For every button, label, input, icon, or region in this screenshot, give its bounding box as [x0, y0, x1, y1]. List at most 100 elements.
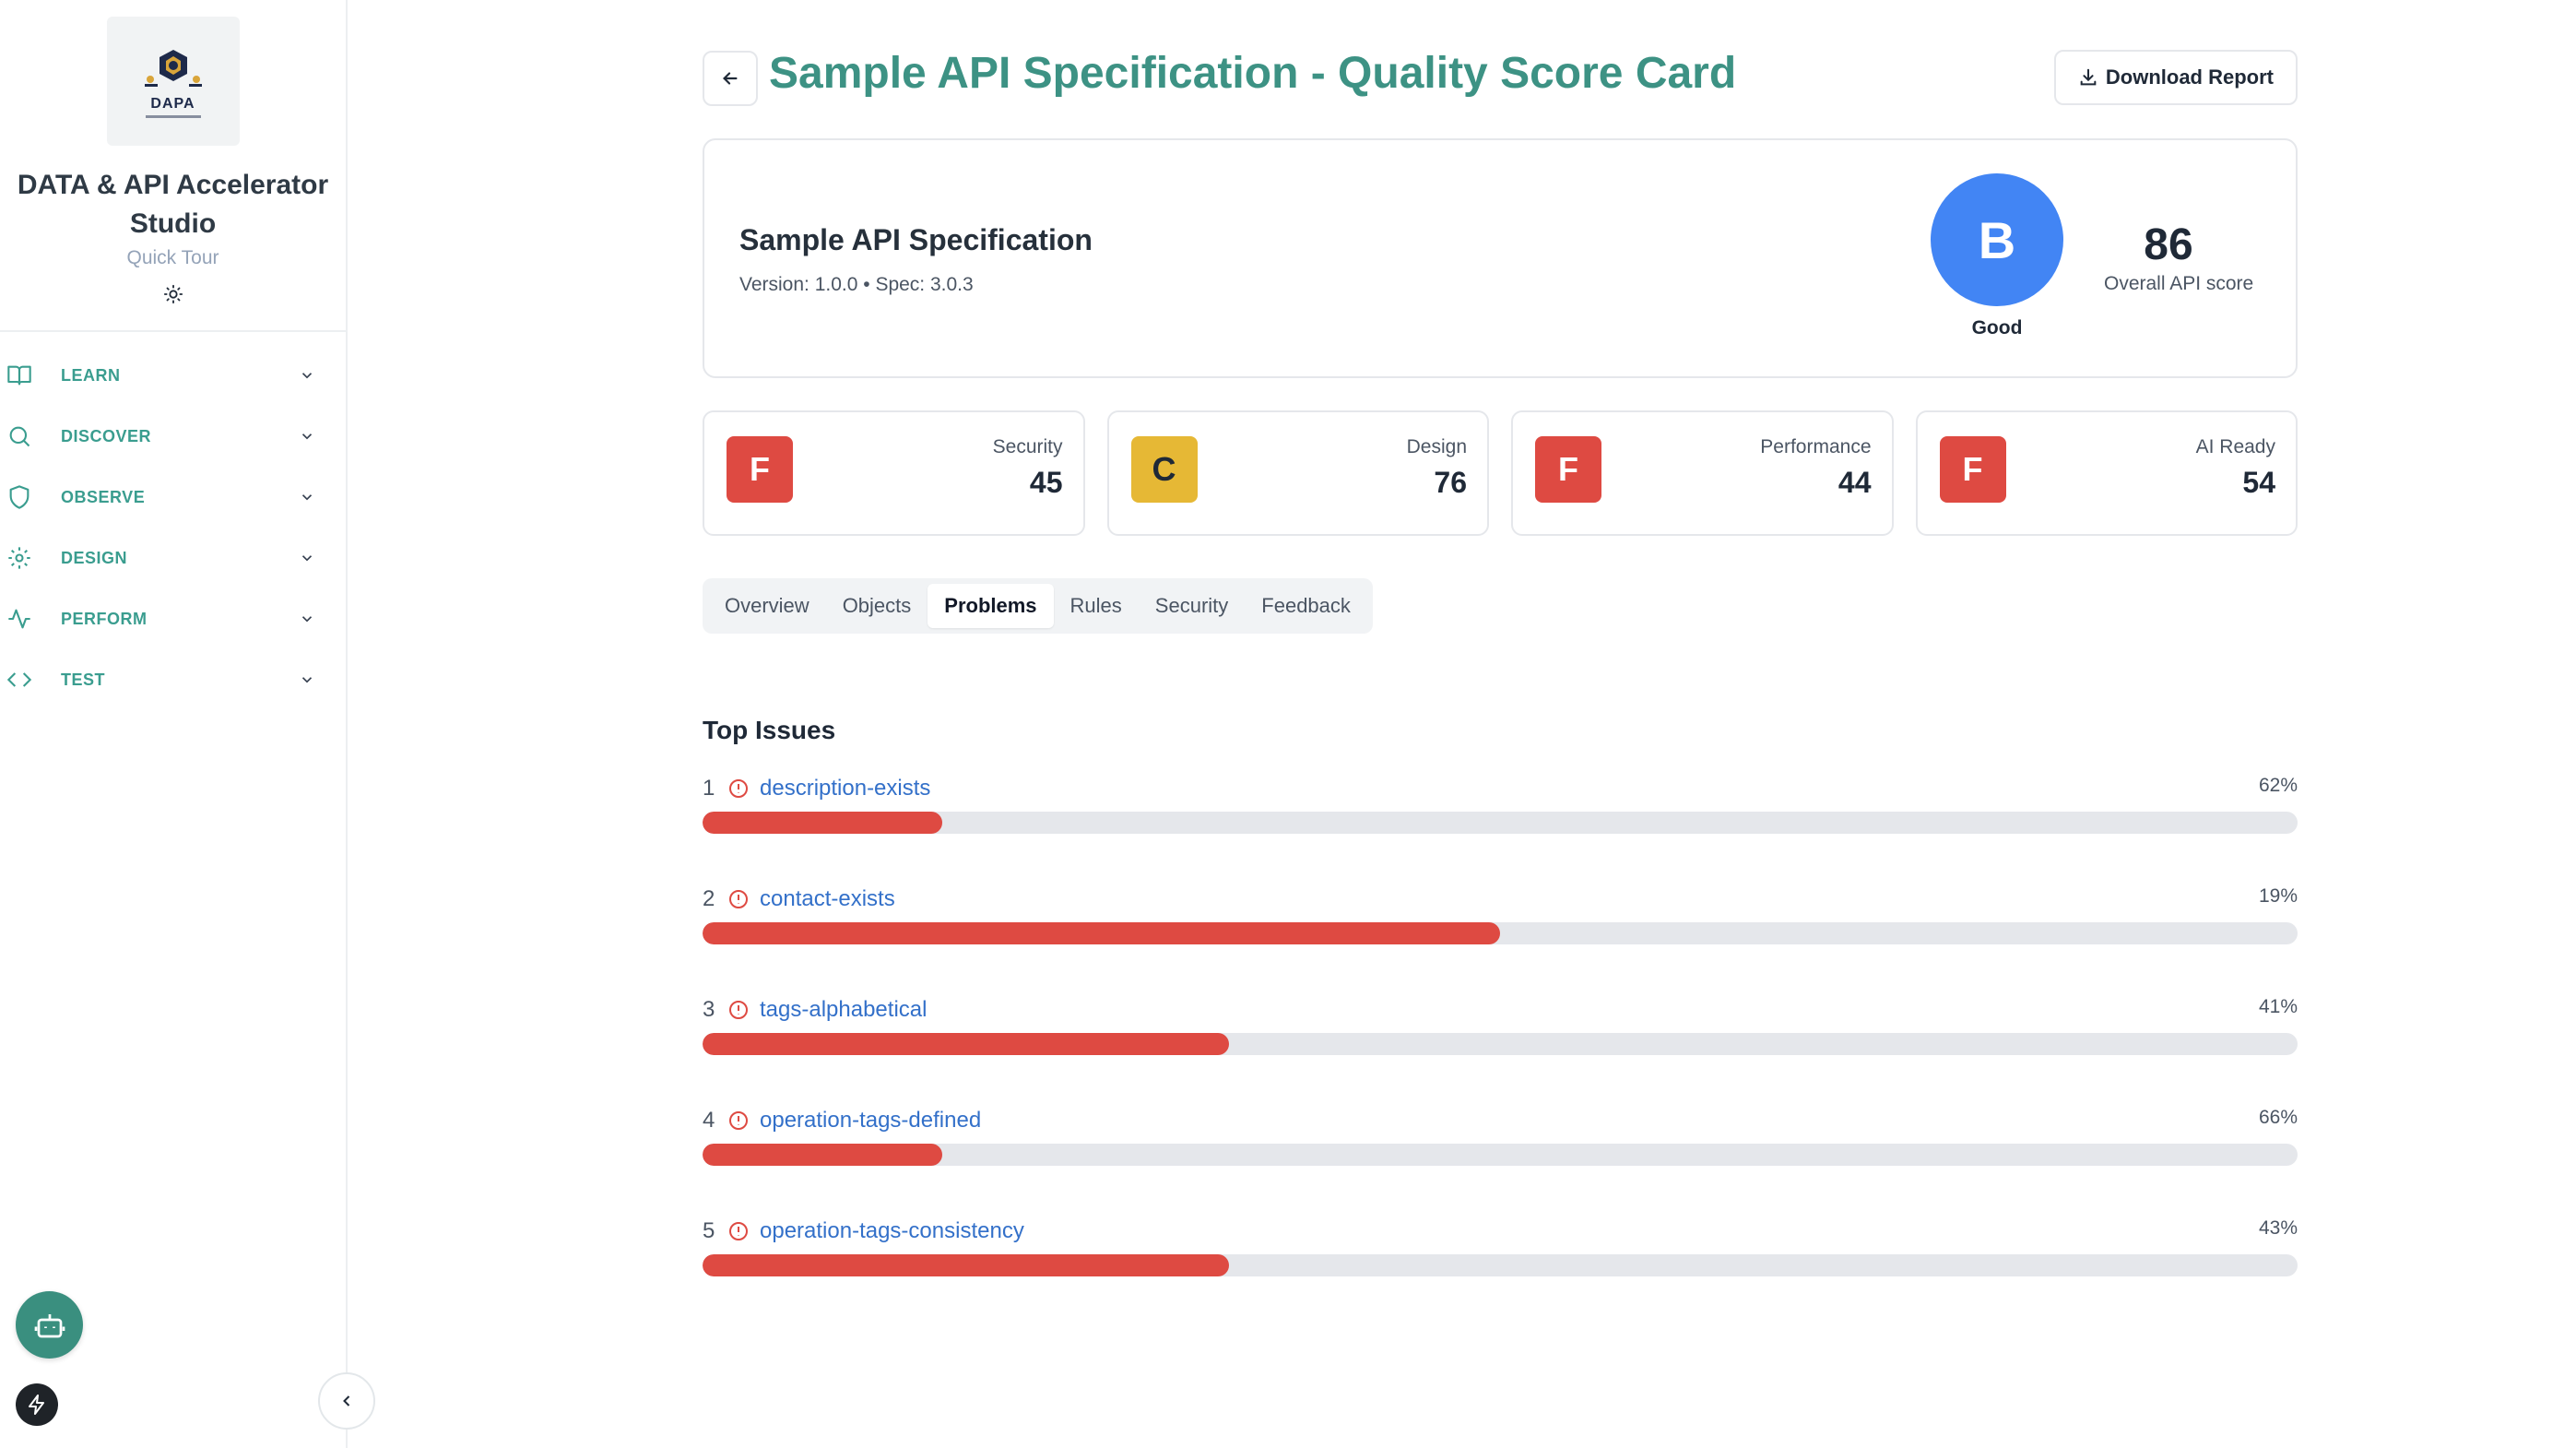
issue-progress-track	[703, 812, 2298, 834]
chevron-down-icon	[297, 609, 317, 629]
top-issues-heading: Top Issues	[703, 716, 836, 744]
issue-link[interactable]: description-exists	[760, 776, 930, 801]
issue-link[interactable]: tags-alphabetical	[760, 997, 927, 1023]
sidebar-item-label: PERFORM	[61, 609, 148, 628]
sidebar-item-label: DISCOVER	[61, 426, 152, 445]
spec-name: Sample API Specification	[739, 223, 1093, 256]
overall-score-label: Overall API score	[2104, 273, 2254, 294]
book-icon	[6, 362, 33, 389]
issue-rank: 2	[703, 886, 715, 911]
tab-overview[interactable]: Overview	[708, 584, 826, 628]
chevron-down-icon	[297, 487, 317, 507]
metric-name: AI Ready	[2195, 436, 2275, 457]
alert-circle-icon	[727, 1219, 750, 1243]
tab-objects[interactable]: Objects	[826, 584, 928, 628]
sidebar-item-label: LEARN	[61, 365, 121, 385]
alert-circle-icon	[727, 777, 750, 801]
metric-grade-badge: C	[1130, 436, 1198, 503]
metric-name: Performance	[1760, 436, 1872, 457]
brand-panel: DAPA DATA & API Accelerator Studio Quick…	[0, 0, 346, 332]
issue-header: 2 contact-exists	[703, 884, 895, 915]
sidebar-item-label: TEST	[61, 670, 106, 689]
sidebar-nav: LEARN DISCOVER OBSERVE DESIGN PERFORM TE…	[0, 345, 346, 710]
chevron-left-icon	[343, 1395, 350, 1406]
alert-circle-icon	[727, 1109, 750, 1133]
metric-card-ai-ready: F AI Ready 54	[1915, 410, 2298, 536]
metric-name: Design	[1406, 436, 1467, 457]
issue-progress-track	[703, 1033, 2298, 1055]
metric-grade-badge: F	[1535, 436, 1601, 503]
issue-progress-track	[703, 1144, 2298, 1166]
sidebar-item-observe[interactable]: OBSERVE	[0, 467, 346, 528]
metric-value: 54	[2242, 466, 2275, 499]
issue-progress-fill	[703, 1144, 942, 1166]
sidebar-item-test[interactable]: TEST	[0, 649, 346, 710]
issue-progress-fill	[703, 1254, 1229, 1276]
quick-action-button[interactable]	[16, 1383, 58, 1426]
collapse-sidebar-button[interactable]	[318, 1372, 375, 1430]
overall-score-value: 86	[2144, 220, 2193, 269]
overall-grade-label: Good	[1971, 317, 2023, 338]
sidebar: DAPA DATA & API Accelerator Studio Quick…	[0, 0, 375, 1448]
issue-header: 1 description-exists	[703, 773, 930, 804]
overall-grade-badge: B	[1931, 173, 2063, 306]
back-button[interactable]	[703, 51, 758, 106]
issue-percent: 62%	[2258, 775, 2298, 796]
metric-card-performance: F Performance 44	[1511, 410, 1894, 536]
download-report-button[interactable]: Download Report	[2053, 50, 2298, 105]
issue-percent: 41%	[2258, 996, 2298, 1017]
sidebar-item-learn[interactable]: LEARN	[0, 345, 346, 406]
issue-rank: 1	[703, 776, 715, 801]
tab-rules[interactable]: Rules	[1054, 584, 1139, 628]
issue-percent: 43%	[2258, 1217, 2298, 1239]
metric-value: 45	[1029, 466, 1063, 499]
alert-circle-icon	[727, 887, 750, 911]
metric-name: Security	[992, 436, 1063, 457]
scorecard-tabs: Overview Objects Problems Rules Security…	[703, 578, 1373, 634]
issue-link[interactable]: contact-exists	[760, 886, 895, 912]
issue-header: 4 operation-tags-defined	[703, 1105, 981, 1136]
download-report-label: Download Report	[2105, 65, 2274, 89]
issue-link[interactable]: operation-tags-consistency	[760, 1218, 1024, 1244]
alert-circle-icon	[727, 998, 750, 1022]
issue-progress-fill	[703, 812, 942, 834]
issue-percent: 19%	[2258, 885, 2298, 907]
tab-problems[interactable]: Problems	[928, 584, 1054, 628]
spec-meta: Version: 1.0.0 • Spec: 3.0.3	[739, 274, 974, 295]
issue-row: 3 tags-alphabetical 41%	[703, 994, 2298, 1068]
sidebar-item-design[interactable]: DESIGN	[0, 528, 346, 588]
sidebar-item-discover[interactable]: DISCOVER	[0, 406, 346, 467]
tab-feedback[interactable]: Feedback	[1245, 584, 1367, 628]
page-title: Sample API Specification - Quality Score…	[769, 49, 1737, 98]
metric-grade-badge: F	[727, 436, 793, 503]
sun-icon	[163, 284, 183, 304]
issue-progress-fill	[703, 1033, 1229, 1055]
gear-icon	[6, 544, 33, 572]
search-icon	[6, 422, 33, 450]
app-title: DATA & API Accelerator Studio	[17, 170, 329, 239]
sidebar-item-label: OBSERVE	[61, 487, 146, 506]
activity-icon	[6, 605, 33, 633]
sidebar-item-perform[interactable]: PERFORM	[0, 588, 346, 649]
issue-row: 5 operation-tags-consistency 43%	[703, 1216, 2298, 1289]
robot-icon	[34, 1313, 65, 1337]
theme-toggle-button[interactable]	[161, 282, 185, 306]
metric-card-security: F Security 45	[703, 410, 1085, 536]
tab-security[interactable]: Security	[1139, 584, 1245, 628]
metric-value: 44	[1837, 466, 1872, 499]
quick-tour-link[interactable]: Quick Tour	[127, 247, 219, 269]
download-icon	[2080, 68, 2097, 86]
code-icon	[6, 666, 33, 694]
hexagon-logo-icon	[144, 50, 202, 87]
logo: DAPA	[106, 17, 240, 146]
metric-grade-badge: F	[1939, 436, 2006, 503]
issue-progress-fill	[703, 922, 1500, 944]
chevron-down-icon	[297, 548, 317, 568]
issue-progress-track	[703, 922, 2298, 944]
issue-link[interactable]: operation-tags-defined	[760, 1108, 981, 1133]
page-header: Sample API Specification - Quality Score…	[703, 0, 2298, 140]
issue-row: 1 description-exists 62%	[703, 773, 2298, 847]
metric-card-design: C Design 76	[1106, 410, 1489, 536]
issue-header: 3 tags-alphabetical	[703, 994, 927, 1026]
assistant-bot-button[interactable]	[16, 1291, 83, 1359]
